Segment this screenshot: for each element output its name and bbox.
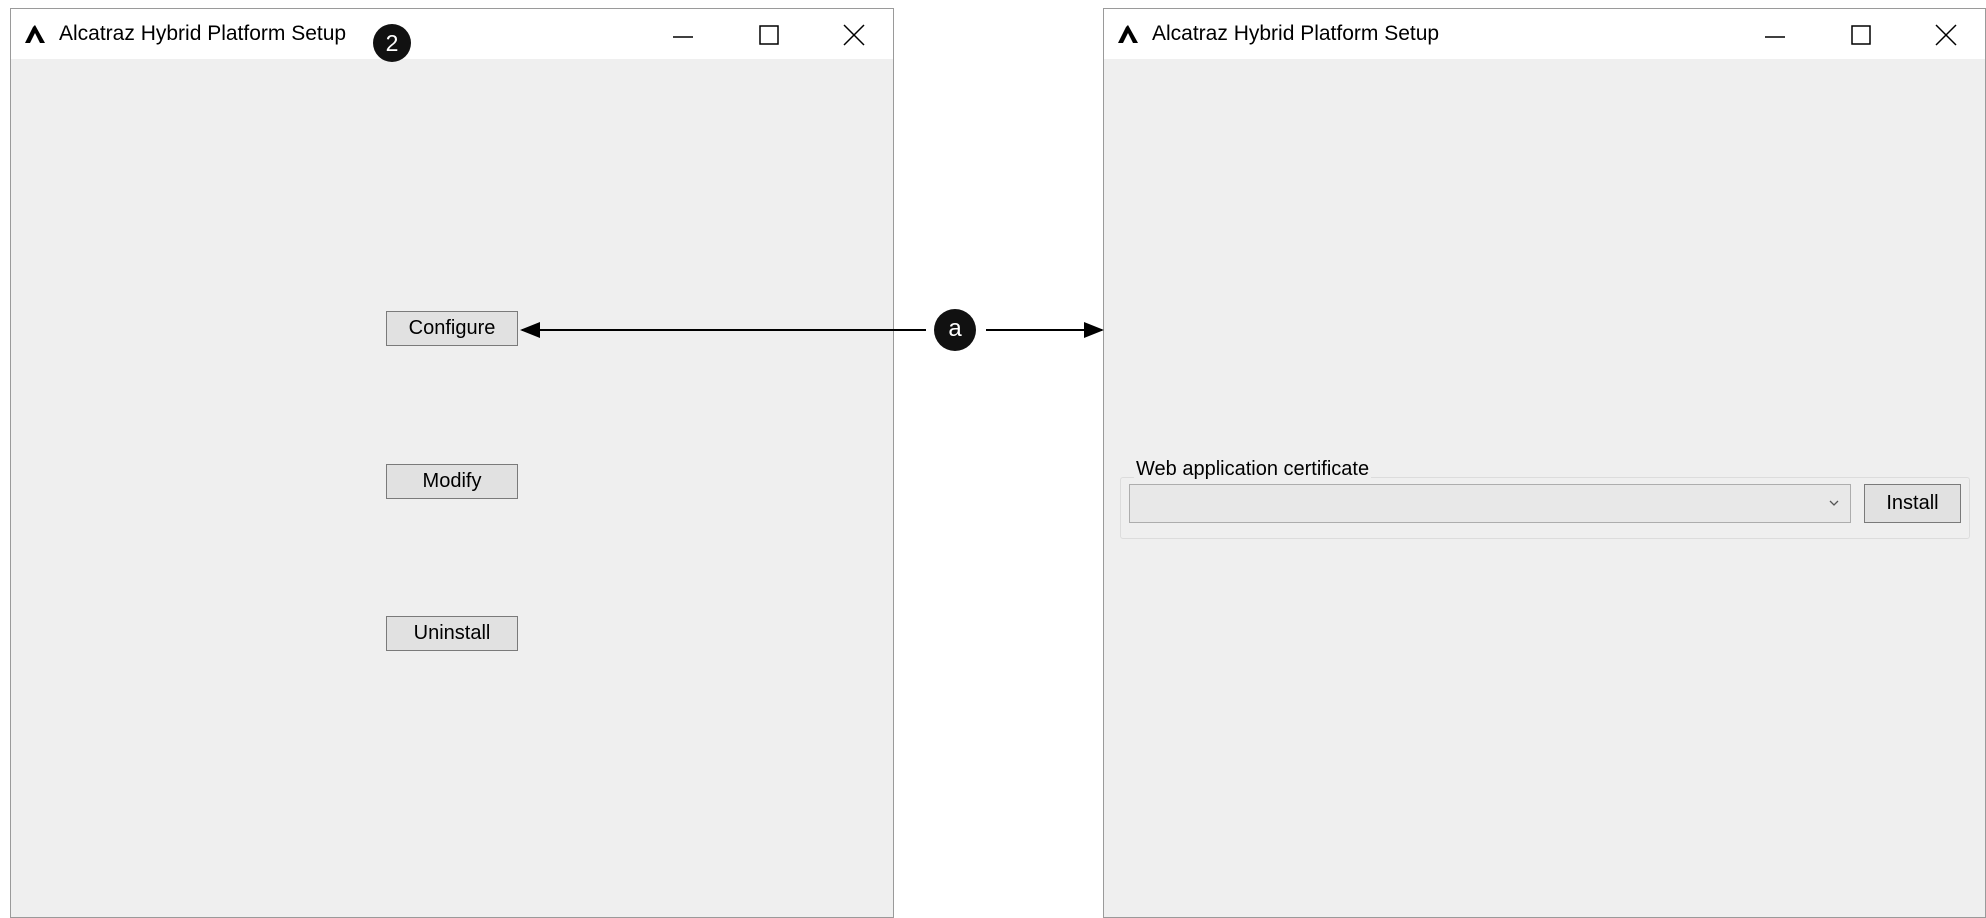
annotation-badge: a	[934, 309, 976, 351]
annotation-arrows	[520, 322, 1104, 338]
